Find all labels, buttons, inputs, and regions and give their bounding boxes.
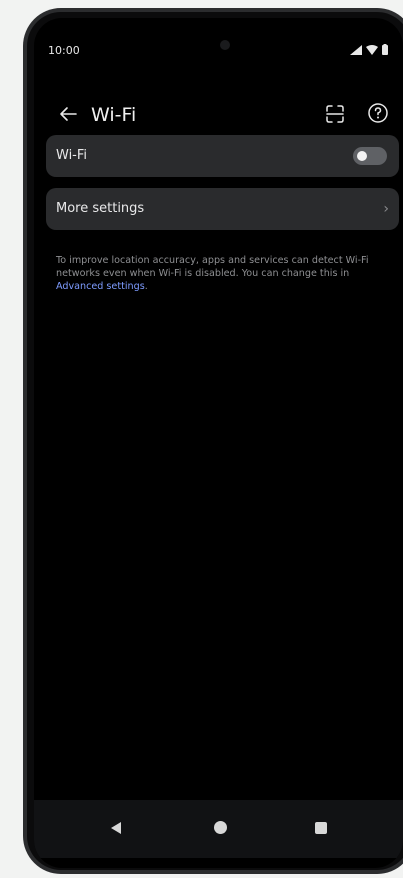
nav-recents-icon[interactable] — [315, 822, 327, 834]
more-settings-label: More settings — [56, 201, 145, 216]
wifi-toggle-row[interactable]: Wi-Fi — [46, 135, 399, 177]
page-title: Wi-Fi — [91, 104, 137, 126]
status-bar: 10:00 — [48, 44, 388, 62]
qr-scan-icon[interactable] — [325, 104, 345, 124]
advanced-settings-link[interactable]: Advanced settings — [56, 281, 145, 292]
location-info-text: To improve location accuracy, apps and s… — [56, 254, 378, 293]
system-nav-bar — [34, 800, 403, 858]
screen: 10:00 Wi-Fi Wi-Fi More settings › To imp… — [34, 18, 403, 868]
nav-home-icon[interactable] — [214, 821, 227, 834]
app-bar: Wi-Fi — [34, 96, 403, 136]
wifi-label: Wi-Fi — [56, 148, 88, 163]
battery-icon — [382, 44, 388, 55]
toggle-knob — [357, 151, 367, 161]
chevron-right-icon: › — [383, 201, 389, 217]
wifi-icon — [366, 44, 378, 55]
info-suffix: . — [144, 281, 148, 292]
signal-icon — [350, 44, 362, 55]
wifi-toggle[interactable] — [353, 147, 387, 165]
status-icons — [350, 44, 388, 55]
status-time: 10:00 — [48, 44, 80, 57]
nav-back-icon[interactable] — [109, 821, 123, 835]
help-icon[interactable] — [367, 102, 389, 124]
info-body: To improve location accuracy, apps and s… — [56, 255, 369, 279]
more-settings-row[interactable]: More settings › — [46, 188, 399, 230]
back-arrow-icon[interactable] — [58, 104, 78, 124]
